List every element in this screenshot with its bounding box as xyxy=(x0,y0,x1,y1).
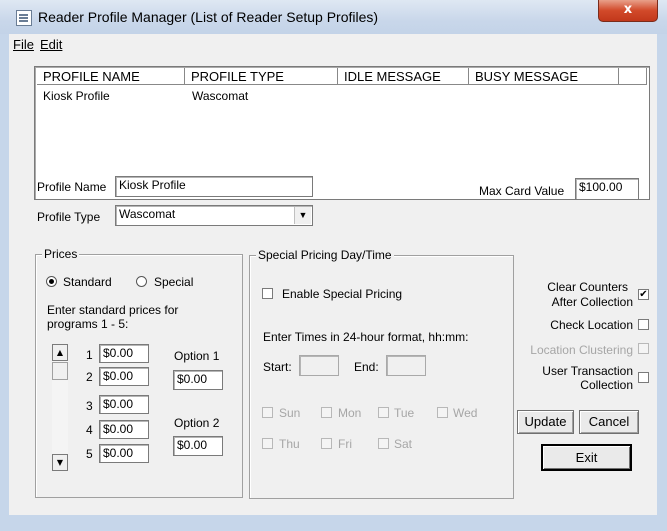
window-frame-right xyxy=(657,34,667,524)
column-header-profile-type[interactable]: PROFILE TYPE xyxy=(185,68,338,85)
profile-list-header: PROFILE NAME PROFILE TYPE IDLE MESSAGE B… xyxy=(37,68,647,86)
client-area: File Edit PROFILE NAME PROFILE TYPE IDLE… xyxy=(9,34,657,515)
program-4-number: 4 xyxy=(86,423,93,437)
menu-edit[interactable]: Edit xyxy=(40,37,62,52)
start-time-field[interactable] xyxy=(299,355,339,376)
check-location-label: Check Location xyxy=(550,318,633,332)
program-5-price-field[interactable]: $0.00 xyxy=(99,444,149,463)
special-radio-label: Special xyxy=(154,275,194,289)
profile-type-select[interactable]: Wascomat ▼ xyxy=(115,205,313,226)
program-2-price-field[interactable]: $0.00 xyxy=(99,367,149,386)
program-3-price-field[interactable]: $0.00 xyxy=(99,395,149,414)
menu-edit-label: Edit xyxy=(40,37,63,52)
window-title: Reader Profile Manager (List of Reader S… xyxy=(38,9,379,25)
end-time-field[interactable] xyxy=(386,355,426,376)
row-profile-type: Wascomat xyxy=(192,89,249,103)
scroll-thumb[interactable] xyxy=(52,362,68,380)
standard-radio[interactable] xyxy=(46,276,57,287)
standard-radio-label: Standard xyxy=(63,275,112,289)
user-transaction-label-line2: Collection xyxy=(580,378,633,392)
prices-group-title: Prices xyxy=(42,247,80,261)
profile-name-field[interactable]: Kiosk Profile xyxy=(115,176,313,197)
special-radio[interactable] xyxy=(136,276,147,287)
day-thu-checkbox[interactable] xyxy=(262,438,273,449)
day-sat-checkbox[interactable] xyxy=(378,438,389,449)
exit-button[interactable]: Exit xyxy=(542,445,631,470)
program-3-number: 3 xyxy=(86,399,93,413)
clear-counters-checkbox[interactable] xyxy=(638,289,649,300)
day-sun-label: Sun xyxy=(279,406,301,420)
check-location-checkbox[interactable] xyxy=(638,319,649,330)
program-4-price-field[interactable]: $0.00 xyxy=(99,420,149,439)
option-2-label: Option 2 xyxy=(174,416,220,430)
user-transaction-label-line1: User Transaction xyxy=(542,364,633,378)
menu-file[interactable]: File xyxy=(13,37,34,52)
location-clustering-label: Location Clustering xyxy=(530,343,633,357)
column-header-filler xyxy=(619,68,647,85)
start-label: Start: xyxy=(263,360,292,374)
location-clustering-checkbox[interactable] xyxy=(638,343,649,354)
day-fri-checkbox[interactable] xyxy=(321,438,332,449)
menu-file-label: File xyxy=(13,37,34,52)
scroll-up-button[interactable]: ▲ xyxy=(52,344,68,361)
max-card-value-field[interactable]: $100.00 xyxy=(575,178,639,200)
profile-type-label: Profile Type xyxy=(37,210,101,224)
day-tue-label: Tue xyxy=(394,406,415,420)
cancel-button[interactable]: Cancel xyxy=(579,410,639,434)
window-frame-bottom xyxy=(0,515,667,531)
times-note: Enter Times in 24-hour format, hh:mm: xyxy=(263,330,469,344)
list-row[interactable]: Kiosk Profile Wascomat xyxy=(43,89,643,105)
profile-name-label: Profile Name xyxy=(37,180,107,194)
program-5-number: 5 xyxy=(86,447,93,461)
end-label: End: xyxy=(354,360,379,374)
program-1-number: 1 xyxy=(86,348,93,362)
clear-counters-label-line2: After Collection xyxy=(551,295,633,309)
day-mon-checkbox[interactable] xyxy=(321,407,332,418)
column-header-profile-name[interactable]: PROFILE NAME xyxy=(37,68,185,85)
menu-bar: File Edit xyxy=(9,34,657,54)
program-1-price-field[interactable]: $0.00 xyxy=(99,344,149,363)
program-2-number: 2 xyxy=(86,370,93,384)
option-1-price-field[interactable]: $0.00 xyxy=(173,370,223,390)
prices-instructions-line1: Enter standard prices for xyxy=(47,303,179,317)
clear-counters-label-line1: Clear Counters xyxy=(547,280,628,294)
special-pricing-group-title: Special Pricing Day/Time xyxy=(256,248,394,262)
app-icon xyxy=(16,10,32,26)
day-wed-label: Wed xyxy=(453,406,478,420)
day-mon-label: Mon xyxy=(338,406,362,420)
option-2-price-field[interactable]: $0.00 xyxy=(173,436,223,456)
prices-instructions-line2: programs 1 - 5: xyxy=(47,317,129,331)
user-transaction-checkbox[interactable] xyxy=(638,372,649,383)
enable-special-pricing-label: Enable Special Pricing xyxy=(282,287,403,301)
max-card-value-label: Max Card Value xyxy=(479,184,565,198)
day-fri-label: Fri xyxy=(338,437,352,451)
scroll-down-button[interactable]: ▼ xyxy=(52,454,68,471)
reader-profile-manager-window: Reader Profile Manager (List of Reader S… xyxy=(0,0,667,531)
option-1-label: Option 1 xyxy=(174,349,220,363)
row-profile-name: Kiosk Profile xyxy=(43,89,110,103)
column-header-idle-message[interactable]: IDLE MESSAGE xyxy=(338,68,469,85)
title-bar: Reader Profile Manager (List of Reader S… xyxy=(0,0,667,35)
day-sun-checkbox[interactable] xyxy=(262,407,273,418)
day-sat-label: Sat xyxy=(394,437,413,451)
day-tue-checkbox[interactable] xyxy=(378,407,389,418)
update-button[interactable]: Update xyxy=(517,410,574,434)
day-thu-label: Thu xyxy=(279,437,300,451)
day-wed-checkbox[interactable] xyxy=(437,407,448,418)
enable-special-pricing-checkbox[interactable] xyxy=(262,288,273,299)
profile-type-value: Wascomat xyxy=(119,207,176,221)
window-frame-left xyxy=(0,34,9,524)
column-header-busy-message[interactable]: BUSY MESSAGE xyxy=(469,68,619,85)
close-button[interactable]: x xyxy=(598,0,658,22)
chevron-down-icon[interactable]: ▼ xyxy=(294,207,311,224)
